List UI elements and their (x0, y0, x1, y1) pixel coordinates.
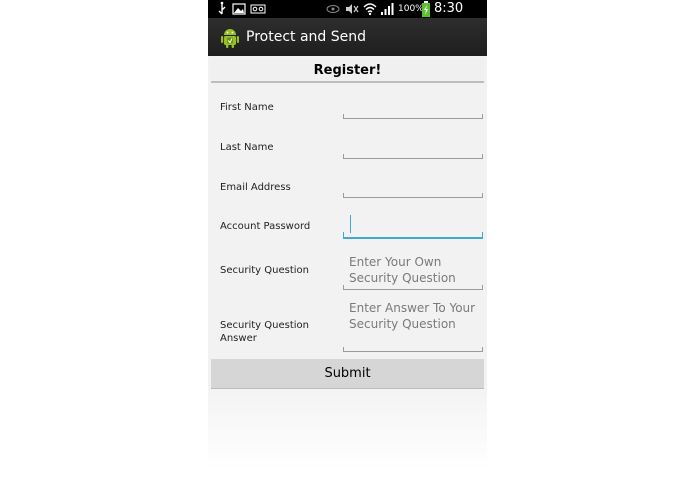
email-address-input[interactable] (343, 175, 483, 197)
security-answer-field-container (343, 298, 483, 352)
field-edge-right (482, 285, 483, 289)
field-edge-left (343, 285, 344, 289)
security-answer-input[interactable] (343, 298, 483, 351)
email-address-label: Email Address (220, 182, 291, 193)
usb-icon (216, 0, 228, 18)
field-edge-left (343, 193, 344, 197)
first-name-field-container (343, 96, 483, 119)
app-title: Protect and Send (246, 29, 366, 45)
phone-screen: 100% 8:30 AM Protect and Send Register! … (208, 0, 487, 494)
field-edge-left (343, 347, 344, 351)
battery-icon (421, 0, 431, 18)
register-button[interactable]: Register! (211, 58, 484, 83)
security-question-answer-label: Security Question Answer (220, 320, 309, 344)
security-question-label: Security Question (220, 265, 309, 276)
field-edge-right (482, 154, 483, 158)
last-name-label: Last Name (220, 142, 274, 153)
mute-icon (344, 0, 360, 18)
field-edge-left (343, 114, 344, 118)
last-name-field-container (343, 136, 483, 159)
email-address-field-container (343, 175, 483, 198)
account-password-input[interactable] (343, 211, 483, 237)
submit-button[interactable]: Submit (211, 359, 484, 389)
first-name-input[interactable] (343, 96, 483, 118)
first-name-label: First Name (220, 102, 274, 113)
clock: 8:30 AM (434, 1, 464, 34)
status-bar: 100% 8:30 AM (208, 0, 487, 34)
voicemail-icon (250, 0, 266, 18)
last-name-input[interactable] (343, 136, 483, 158)
account-password-label: Account Password (220, 221, 311, 232)
field-edge-right (482, 347, 483, 351)
field-edge-right (482, 232, 483, 237)
wifi-icon (363, 0, 377, 18)
field-edge-left (343, 232, 344, 237)
field-edge-right (482, 193, 483, 197)
field-edge-right (482, 114, 483, 118)
android-app-icon (220, 27, 240, 53)
battery-percent: 100% (398, 4, 424, 14)
security-question-input[interactable] (343, 252, 483, 289)
signal-icon (380, 0, 396, 18)
image-icon (232, 0, 246, 18)
text-cursor (350, 215, 351, 233)
account-password-field-container (343, 211, 483, 239)
security-question-field-container (343, 252, 483, 290)
eye-icon (326, 0, 340, 18)
field-edge-left (343, 154, 344, 158)
action-bar: Protect and Send (208, 18, 487, 56)
